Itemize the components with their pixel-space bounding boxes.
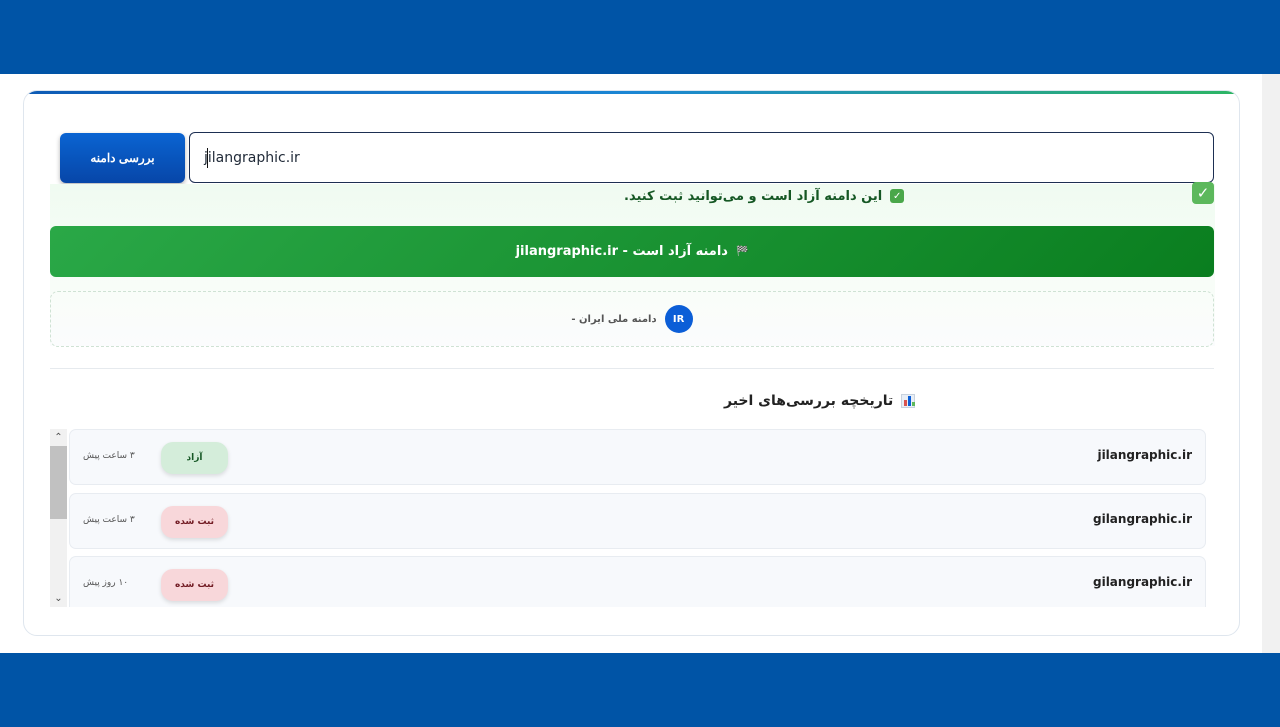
domain-checker-card: jilangraphic.ir بررسی دامنه ✓ ✓ این دامن… — [23, 90, 1240, 636]
bar-chart-icon — [901, 394, 916, 408]
history-domain: gilangraphic.ir — [1092, 575, 1192, 589]
history-title: تاریخچه بررسی‌های اخیر — [724, 393, 894, 409]
checkbox-icon: ✓ — [1192, 182, 1214, 204]
history-row[interactable]: jilangraphic.ir آزاد ۳ ساعت پیش — [69, 429, 1206, 485]
tld-info-box: - دامنه ملی ایران IR — [50, 291, 1214, 347]
scroll-up-arrow-icon[interactable]: ⌃ — [50, 429, 67, 446]
site-footer-bar — [0, 653, 1280, 727]
history-time: ۱۰ روز پیش — [83, 578, 129, 588]
availability-banner-text: دامنه آزاد است - jilangraphic.ir — [515, 244, 728, 259]
flag-icon: 🏁 — [735, 246, 749, 257]
text-caret — [207, 148, 208, 168]
tld-description: - دامنه ملی ایران — [571, 313, 657, 325]
status-badge: ثبت شده — [161, 506, 228, 538]
status-badge: ثبت شده — [161, 569, 228, 601]
domain-input-value: jilangraphic.ir — [204, 149, 300, 166]
status-badge: آزاد — [161, 442, 228, 474]
history-domain: gilangraphic.ir — [1092, 512, 1192, 526]
history-domain: jilangraphic.ir — [1097, 448, 1192, 462]
domain-search-input[interactable]: jilangraphic.ir — [189, 132, 1214, 183]
check-domain-button[interactable]: بررسی دامنه — [60, 133, 185, 183]
tld-badge: IR — [664, 305, 693, 333]
section-divider — [50, 368, 1214, 369]
history-scrollbar[interactable]: ⌃ ⌄ — [50, 429, 67, 607]
check-icon: ✓ — [890, 189, 905, 203]
page-scrollbar[interactable] — [1262, 74, 1280, 653]
availability-banner: 🏁 دامنه آزاد است - jilangraphic.ir — [50, 226, 1214, 277]
scroll-thumb[interactable] — [50, 446, 67, 519]
history-heading: تاریخچه بررسی‌های اخیر — [724, 389, 1214, 413]
scroll-down-arrow-icon[interactable]: ⌄ — [50, 590, 67, 607]
availability-message-text: این دامنه آزاد است و می‌توانید ثبت کنید. — [624, 188, 883, 204]
history-row[interactable]: gilangraphic.ir ثبت شده ۱۰ روز پیش — [69, 556, 1206, 607]
history-time: ۳ ساعت پیش — [83, 451, 135, 461]
history-row[interactable]: gilangraphic.ir ثبت شده ۳ ساعت پیش — [69, 493, 1206, 549]
site-header-bar — [0, 0, 1280, 74]
card-accent-line — [24, 91, 1239, 94]
availability-message: ✓ این دامنه آزاد است و می‌توانید ثبت کنی… — [624, 185, 1186, 207]
history-time: ۳ ساعت پیش — [83, 515, 135, 525]
